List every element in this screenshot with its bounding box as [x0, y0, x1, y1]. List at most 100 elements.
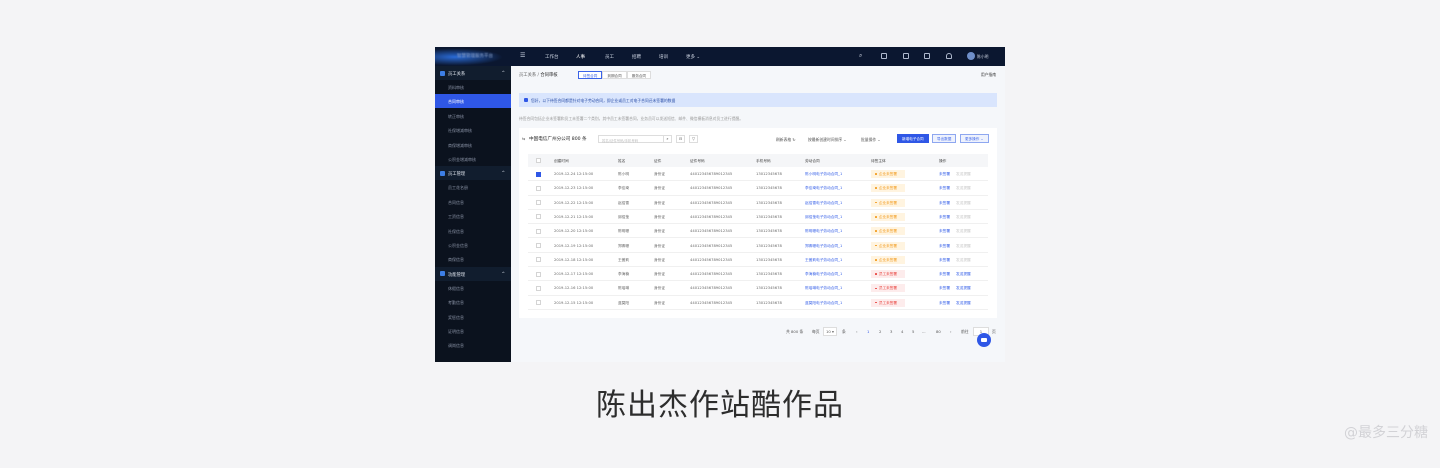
per-page-select[interactable]: 10 ▾: [823, 327, 837, 336]
page-number[interactable]: 1: [867, 329, 869, 334]
sidebar-item[interactable]: 转正审核: [435, 109, 511, 123]
contract-link[interactable]: 李海楠电子劳动合同_1: [805, 272, 842, 277]
tab[interactable]: 服务合同: [626, 71, 652, 79]
document-icon[interactable]: [924, 53, 930, 59]
row-checkbox[interactable]: [536, 214, 541, 220]
contract-link[interactable]: 邱绍莹电子劳动合同_1: [805, 215, 842, 220]
search-button[interactable]: ⌕: [663, 135, 672, 143]
view-link[interactable]: 未签署: [939, 215, 950, 220]
sort-dropdown[interactable]: 按最新创建时间排序 ⌄: [808, 137, 847, 143]
row-checkbox[interactable]: [536, 200, 541, 206]
sidebar-item[interactable]: 公积金信息: [435, 238, 511, 252]
row-checkbox[interactable]: [536, 243, 541, 248]
row-checkbox[interactable]: [536, 271, 541, 277]
new-contract-button[interactable]: 新增电子合同: [897, 134, 929, 143]
row-checkbox[interactable]: [536, 300, 541, 306]
nav-item[interactable]: 更多 ⌄: [686, 54, 700, 60]
send-reminder-link[interactable]: 发送提醒: [956, 272, 971, 277]
view-link[interactable]: 未签署: [939, 301, 950, 306]
menu-toggle-icon[interactable]: ☰: [520, 52, 525, 59]
view-link[interactable]: 未签署: [939, 201, 950, 206]
filter-icon[interactable]: ▽: [689, 135, 698, 143]
cell-idtype: 身份证: [654, 243, 666, 248]
contract-link[interactable]: 赵绍雪电子劳动合同_1: [805, 201, 842, 206]
contract-link[interactable]: 陈明珊电子劳动合同_1: [805, 229, 842, 234]
page-number[interactable]: 2: [879, 329, 881, 334]
prev-page-icon[interactable]: ‹: [856, 329, 858, 334]
nav-item[interactable]: 培训: [659, 54, 668, 60]
view-link[interactable]: 未签署: [939, 244, 950, 249]
row-checkbox[interactable]: [536, 257, 541, 263]
avatar[interactable]: [967, 52, 975, 60]
sidebar-item[interactable]: 休假信息: [435, 281, 511, 295]
sidebar-item[interactable]: 工资信息: [435, 209, 511, 223]
row-checkbox[interactable]: [536, 285, 541, 291]
sidebar-group[interactable]: 员工管理 ^: [435, 166, 511, 181]
breadcrumb-parent[interactable]: 员工关系: [519, 73, 536, 78]
refresh-button[interactable]: 刷新表格 ↻: [776, 137, 796, 143]
nav-item[interactable]: 员工: [605, 54, 614, 60]
nav-item[interactable]: 人事: [576, 54, 585, 60]
user-guide-link[interactable]: 用户指南: [981, 72, 996, 78]
sidebar-item[interactable]: 社保信息: [435, 224, 511, 238]
cell-idno: 440123456789012345: [690, 200, 733, 205]
cell-name: 李海楠: [618, 272, 630, 277]
page-number[interactable]: 3: [890, 329, 892, 334]
batch-dropdown[interactable]: 批量操作 ⌄: [861, 137, 881, 143]
search-icon[interactable]: ⌕: [859, 52, 862, 60]
search-input[interactable]: 姓名/证件号码/手机号码: [598, 135, 664, 143]
send-reminder-link[interactable]: 发送提醒: [956, 286, 971, 291]
nav-item[interactable]: 招聘: [632, 54, 641, 60]
row-checkbox[interactable]: [536, 185, 541, 191]
tab[interactable]: 到期合同: [602, 71, 627, 79]
next-page-icon[interactable]: ›: [950, 329, 952, 334]
chat-button[interactable]: [977, 333, 991, 347]
cell-time: 2019-12-23 12:15:00: [554, 186, 594, 191]
sidebar-group[interactable]: 员工关系 ^: [435, 66, 511, 80]
sidebar-item[interactable]: 公积金增减审核: [435, 152, 511, 166]
contract-link[interactable]: 王傲莉电子劳动合同_1: [805, 258, 842, 263]
page-number[interactable]: 80: [936, 329, 941, 334]
sidebar-item[interactable]: 证明信息: [435, 324, 511, 338]
contract-link[interactable]: 陈小明电子劳动合同_1: [805, 172, 842, 177]
more-actions-button[interactable]: 更多操作 ⌄: [960, 134, 989, 143]
sidebar-item[interactable]: 社保增减审核: [435, 123, 511, 137]
contract-link[interactable]: 李佳琦电子劳动合同_1: [805, 186, 842, 191]
sidebar-item[interactable]: 合同审核: [435, 94, 511, 109]
tab[interactable]: 待签合同: [578, 71, 603, 79]
view-link[interactable]: 未签署: [939, 186, 950, 191]
row-checkbox[interactable]: [536, 228, 541, 234]
view-link[interactable]: 未签署: [939, 172, 950, 177]
contract-link[interactable]: 郑卿珊电子劳动合同_1: [805, 244, 842, 249]
export-button[interactable]: 导出数据: [932, 134, 957, 143]
select-all-checkbox[interactable]: [536, 158, 541, 163]
sidebar-item[interactable]: 调岗信息: [435, 338, 511, 352]
page-number[interactable]: 4: [901, 329, 903, 334]
collapse-icon[interactable]: ⇆: [522, 136, 525, 141]
view-link[interactable]: 未签署: [939, 229, 950, 234]
sidebar-item[interactable]: 商保信息: [435, 252, 511, 266]
sidebar-item[interactable]: 员工花名册: [435, 180, 511, 194]
view-link[interactable]: 未签署: [939, 272, 950, 277]
view-link[interactable]: 未签署: [939, 286, 950, 291]
view-icon[interactable]: ⊟: [676, 135, 685, 143]
contract-link[interactable]: 陈瑶琳电子劳动合同_1: [805, 286, 842, 291]
page-number[interactable]: 5: [912, 329, 914, 334]
sidebar-item[interactable]: 商保增减审核: [435, 138, 511, 152]
user-name[interactable]: 陈小明: [977, 54, 988, 60]
sidebar-item[interactable]: 资料审核: [435, 80, 511, 94]
send-reminder-link[interactable]: 发送提醒: [956, 301, 971, 306]
contract-link[interactable]: 蓝莫阳电子劳动合同_1: [805, 301, 842, 306]
clipboard-icon[interactable]: [903, 53, 909, 59]
table-card: ⇆ 中国电信广州分公司 800 条 姓名/证件号码/手机号码 ⌕ ⊟ ▽ 刷新表…: [519, 128, 997, 318]
nav-item[interactable]: 工作台: [545, 54, 559, 60]
sidebar-item[interactable]: 合同信息: [435, 195, 511, 209]
page-number[interactable]: ...: [922, 329, 926, 334]
grid-icon[interactable]: [881, 53, 887, 59]
sidebar-item[interactable]: 奖惩信息: [435, 310, 511, 324]
sidebar-group[interactable]: 功能管理 ^: [435, 266, 511, 281]
bell-icon[interactable]: [946, 53, 952, 59]
view-link[interactable]: 未签署: [939, 258, 950, 263]
sidebar-item[interactable]: 考勤信息: [435, 295, 511, 309]
row-checkbox[interactable]: [536, 171, 541, 177]
